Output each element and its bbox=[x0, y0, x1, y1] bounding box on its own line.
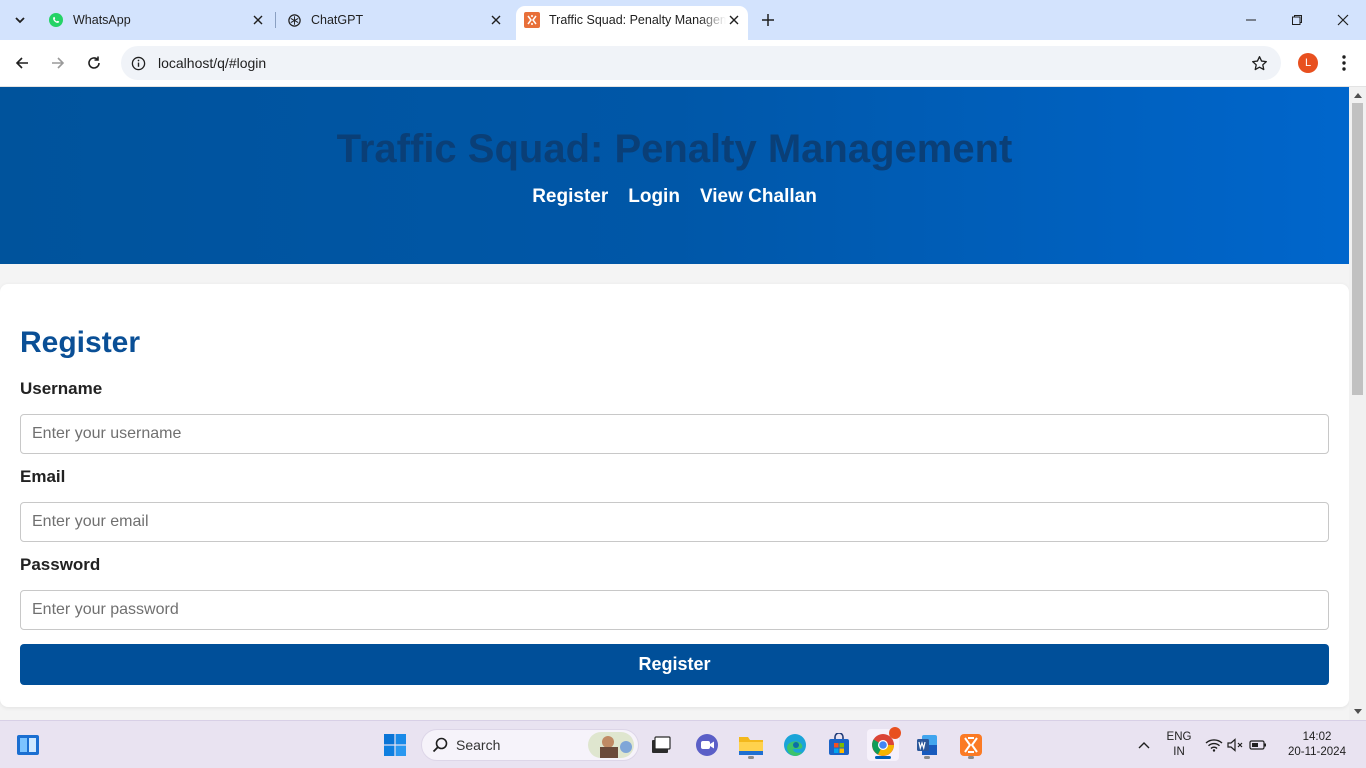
close-icon bbox=[1337, 14, 1349, 26]
window-close-button[interactable] bbox=[1320, 0, 1366, 40]
tab-separator bbox=[275, 12, 276, 28]
taskbar-word[interactable] bbox=[911, 729, 943, 761]
bookmark-star-icon[interactable] bbox=[1249, 53, 1269, 73]
forward-button[interactable] bbox=[44, 49, 72, 77]
task-view-icon bbox=[652, 736, 671, 753]
chevron-up-icon bbox=[1138, 742, 1150, 749]
wifi-icon bbox=[1205, 739, 1223, 752]
folder-icon bbox=[739, 737, 763, 755]
register-submit-button[interactable]: Register bbox=[20, 644, 1329, 685]
running-indicator bbox=[748, 756, 754, 759]
xampp-icon bbox=[960, 734, 982, 756]
start-button[interactable] bbox=[379, 729, 411, 761]
password-input[interactable] bbox=[20, 590, 1329, 630]
taskbar-edge[interactable] bbox=[779, 729, 811, 761]
system-tray-quick-settings[interactable] bbox=[1204, 729, 1268, 761]
search-icon bbox=[432, 737, 448, 753]
tab-whatsapp[interactable]: WhatsApp bbox=[40, 6, 272, 34]
clock[interactable]: 14:02 20-11-2024 bbox=[1284, 730, 1350, 760]
search-label: Search bbox=[456, 737, 501, 753]
taskbar-file-explorer[interactable] bbox=[735, 729, 767, 761]
windows-logo-icon bbox=[384, 734, 406, 756]
widgets-icon bbox=[17, 735, 39, 755]
taskbar-meet-app[interactable] bbox=[691, 729, 723, 761]
video-chat-icon bbox=[696, 734, 718, 756]
xampp-icon bbox=[524, 12, 540, 28]
address-bar[interactable]: localhost/q/#login bbox=[121, 46, 1281, 80]
running-indicator bbox=[924, 756, 930, 759]
profile-avatar[interactable]: L bbox=[1298, 53, 1318, 73]
speaker-muted-icon bbox=[1227, 738, 1243, 752]
windows-taskbar: Search ENG IN 14:02 20-11-2024 bbox=[0, 720, 1366, 768]
chatgpt-icon bbox=[286, 12, 302, 28]
task-view-button[interactable] bbox=[645, 729, 677, 761]
browser-menu-button[interactable] bbox=[1334, 51, 1354, 75]
language-indicator[interactable]: ENG IN bbox=[1162, 730, 1196, 760]
chevron-down-icon bbox=[15, 17, 25, 24]
clock-time: 14:02 bbox=[1302, 731, 1332, 743]
password-label: Password bbox=[20, 555, 101, 574]
edge-icon bbox=[784, 734, 806, 756]
close-icon[interactable] bbox=[250, 12, 266, 28]
tab-search-button[interactable] bbox=[6, 6, 34, 34]
close-icon[interactable] bbox=[488, 12, 504, 28]
site-header: Traffic Squad: Penalty Management Regist… bbox=[0, 87, 1349, 264]
nav-view-challan-link[interactable]: View Challan bbox=[700, 186, 817, 208]
site-nav: Register Login View Challan bbox=[0, 186, 1349, 208]
store-icon bbox=[829, 733, 849, 755]
scrollbar-thumb[interactable] bbox=[1352, 103, 1363, 395]
reload-icon bbox=[88, 56, 100, 69]
tab-title: ChatGPT bbox=[311, 13, 364, 27]
taskbar-xampp[interactable] bbox=[955, 729, 987, 761]
page-scrollbar[interactable] bbox=[1349, 87, 1366, 720]
taskbar-search-box[interactable]: Search bbox=[421, 729, 639, 761]
new-tab-button[interactable] bbox=[756, 8, 780, 32]
site-info-icon[interactable] bbox=[130, 55, 146, 71]
minimize-button[interactable] bbox=[1228, 0, 1274, 40]
minimize-icon bbox=[1246, 19, 1256, 21]
email-label: Email bbox=[20, 467, 66, 486]
region-text: IN bbox=[1173, 746, 1185, 758]
restore-button[interactable] bbox=[1274, 0, 1320, 40]
arrow-right-icon bbox=[52, 57, 65, 69]
whatsapp-icon bbox=[48, 12, 64, 28]
tab-chatgpt[interactable]: ChatGPT bbox=[278, 6, 510, 34]
plus-icon bbox=[762, 14, 774, 26]
arrow-left-icon bbox=[15, 57, 28, 69]
username-input[interactable] bbox=[20, 414, 1329, 454]
close-icon[interactable] bbox=[726, 12, 742, 28]
reload-button[interactable] bbox=[80, 49, 108, 77]
taskbar-chrome[interactable] bbox=[867, 727, 901, 761]
email-input[interactable] bbox=[20, 502, 1329, 542]
form-heading: Register bbox=[20, 326, 141, 359]
taskbar-store[interactable] bbox=[823, 729, 855, 761]
page-viewport: Traffic Squad: Penalty Management Regist… bbox=[0, 87, 1349, 720]
back-button[interactable] bbox=[8, 49, 36, 77]
word-icon bbox=[917, 735, 937, 755]
browser-tab-strip: WhatsApp ChatGPT Traffic Squad: Penalty … bbox=[0, 0, 1366, 40]
site-title: Traffic Squad: Penalty Management bbox=[336, 127, 1013, 171]
show-hidden-icons-button[interactable] bbox=[1130, 729, 1158, 761]
running-indicator bbox=[968, 756, 974, 759]
clock-date: 20-11-2024 bbox=[1288, 746, 1346, 758]
language-text: ENG bbox=[1166, 731, 1192, 743]
nav-register-link[interactable]: Register bbox=[532, 186, 608, 208]
scroll-down-arrow-icon[interactable] bbox=[1349, 705, 1366, 719]
nav-login-link[interactable]: Login bbox=[628, 186, 680, 208]
scroll-up-arrow-icon[interactable] bbox=[1349, 88, 1366, 102]
username-label: Username bbox=[20, 379, 103, 398]
widgets-button[interactable] bbox=[12, 729, 44, 761]
search-highlight-image-icon bbox=[588, 732, 634, 758]
battery-icon bbox=[1249, 740, 1266, 750]
url-text: localhost/q/#login bbox=[158, 55, 267, 71]
browser-toolbar: localhost/q/#login L bbox=[0, 40, 1366, 87]
tab-title: WhatsApp bbox=[73, 13, 131, 27]
chrome-profile-badge-icon bbox=[889, 727, 901, 739]
running-indicator bbox=[875, 756, 891, 759]
register-form-card: Register Username Email Password Registe… bbox=[0, 284, 1349, 707]
tab-traffic-squad[interactable]: Traffic Squad: Penalty Management bbox=[516, 6, 748, 40]
restore-icon bbox=[1292, 15, 1302, 25]
more-vertical-icon bbox=[1342, 55, 1346, 71]
tab-title: Traffic Squad: Penalty Management bbox=[549, 13, 726, 27]
